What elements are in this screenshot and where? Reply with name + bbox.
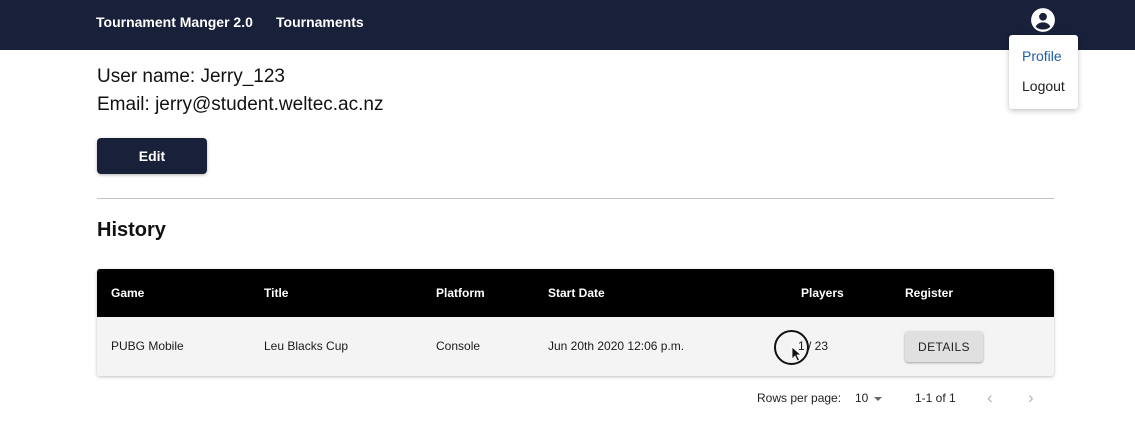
section-divider <box>97 198 1054 199</box>
user-email-text: Email: jerry@student.weltec.ac.nz <box>97 94 384 115</box>
chevron-left-icon[interactable]: ‹ <box>987 388 993 408</box>
app-brand[interactable]: Tournament Manger 2.0 <box>96 14 253 30</box>
column-header-game: Game <box>111 286 145 300</box>
table-row: PUBG Mobile Leu Blacks Cup Console Jun 2… <box>97 317 1054 376</box>
edit-button[interactable]: Edit <box>97 138 207 174</box>
mouse-pointer-icon <box>791 346 803 362</box>
caret-down-icon <box>874 396 883 401</box>
menu-item-logout[interactable]: Logout <box>1022 78 1065 94</box>
profile-dropdown-menu: Profile Logout <box>1009 35 1078 109</box>
top-navbar: Tournament Manger 2.0 Tournaments <box>0 0 1135 50</box>
column-header-start-date: Start Date <box>548 286 605 300</box>
history-heading: History <box>97 219 166 241</box>
column-header-title: Title <box>264 286 289 300</box>
column-header-register: Register <box>905 286 954 300</box>
rows-per-page-value: 10 <box>855 391 869 405</box>
cell-start-date: Jun 20th 2020 12:06 p.m. <box>548 339 685 353</box>
rows-per-page-label: Rows per page: <box>757 391 842 405</box>
column-header-players: Players <box>801 286 844 300</box>
table-header: Game Title Platform Start Date Players R… <box>97 269 1054 317</box>
account-circle-icon[interactable] <box>1030 7 1056 33</box>
cell-platform: Console <box>436 339 481 353</box>
history-table: Game Title Platform Start Date Players R… <box>97 269 1054 376</box>
chevron-right-icon[interactable]: › <box>1028 388 1034 408</box>
cell-game: PUBG Mobile <box>111 339 184 353</box>
user-name-text: User name: Jerry_123 <box>97 66 285 87</box>
menu-item-profile[interactable]: Profile <box>1022 48 1062 64</box>
nav-link-tournaments[interactable]: Tournaments <box>276 14 364 30</box>
details-button[interactable]: DETAILS <box>905 331 983 362</box>
column-header-platform: Platform <box>436 286 485 300</box>
rows-per-page-select[interactable]: 10 <box>855 391 883 405</box>
cell-title: Leu Blacks Cup <box>264 339 349 353</box>
pagination-range: 1-1 of 1 <box>915 391 956 405</box>
